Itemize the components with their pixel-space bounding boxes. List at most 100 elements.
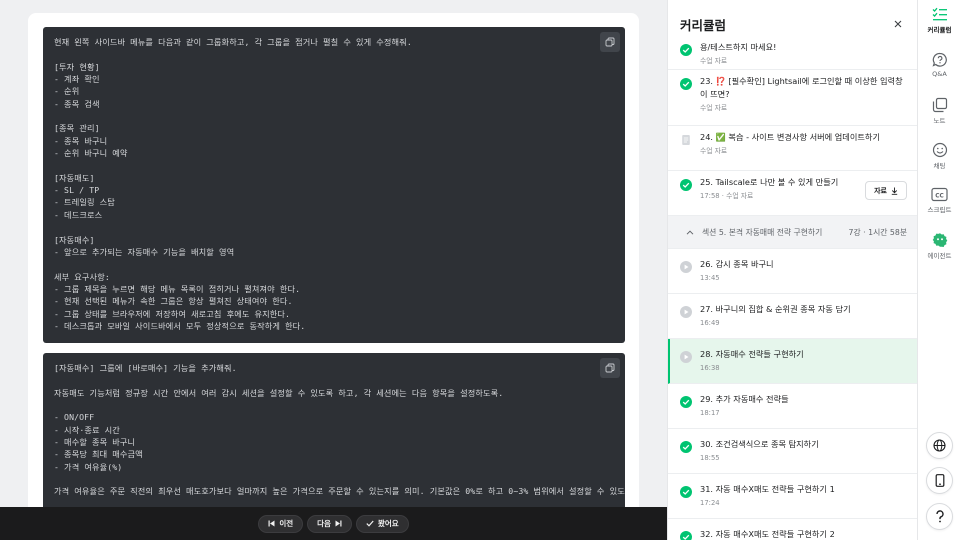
- code-block-text: 현재 왼쪽 사이드바 메뉴를 다음과 같이 그룹화하고, 각 그룹을 접거나 펼…: [54, 37, 412, 331]
- curriculum-item[interactable]: 용/테스트하지 마세요! 수업 자료: [668, 36, 917, 70]
- curriculum-header: 커리큘럼: [668, 0, 917, 36]
- play-circle-icon: [680, 351, 692, 363]
- chat-icon: [932, 142, 947, 158]
- prev-lesson-button[interactable]: 이전: [258, 514, 304, 533]
- document-icon: [682, 135, 690, 145]
- rail-label-agent: 에이전트: [927, 252, 952, 260]
- completed-check-icon: [680, 486, 692, 498]
- lesson-title: 31. 자동 매수X매도 전략들 구현하기 1: [700, 484, 835, 494]
- prev-lesson-label: 이전: [279, 519, 294, 528]
- section-lesson-count: 7강 · 1시간 58분: [848, 227, 907, 237]
- lecture-viewer: 현재 왼쪽 사이드바 메뉴를 다음과 같이 그룹화하고, 각 그룹을 접거나 펼…: [0, 0, 960, 540]
- lesson-item-text: 30. 조건검색식으로 종목 탐지하기 18:55: [700, 438, 905, 463]
- chevron-up-icon: [686, 229, 694, 235]
- agent-icon: [932, 233, 947, 247]
- completed-check-icon: [680, 78, 692, 90]
- lesson-item-text: 31. 자동 매수X매도 전략들 구현하기 1 17:24: [700, 483, 905, 508]
- copy-icon: [605, 363, 615, 373]
- lesson-item-text: 32. 자동 매수X매도 전략들 구현하기 2: [700, 528, 905, 540]
- lesson-item[interactable]: 29. 추가 자동매수 전략들 18:17: [668, 384, 917, 429]
- mobile-icon: [935, 474, 944, 487]
- rail-item-note[interactable]: 노트: [918, 97, 960, 125]
- download-icon: [891, 187, 898, 195]
- rail-item-agent[interactable]: 에이전트: [918, 232, 960, 260]
- mobile-app-button[interactable]: [926, 467, 953, 494]
- lesson-item[interactable]: 26. 감시 종목 바구니 13:45: [668, 249, 917, 294]
- copy-button[interactable]: [600, 358, 620, 378]
- close-icon: [894, 20, 902, 28]
- curriculum-icon: [932, 7, 947, 21]
- completed-check-icon: [680, 441, 692, 453]
- completed-check-icon: [680, 44, 692, 56]
- lesson-title: 30. 조건검색식으로 종목 탐지하기: [700, 439, 819, 449]
- lesson-duration: 18:55: [700, 454, 720, 462]
- completed-check-icon: [680, 179, 692, 191]
- copy-icon: [605, 37, 615, 47]
- play-circle-icon: [680, 261, 692, 273]
- lesson-item[interactable]: 27. 바구니의 집합 & 순위권 종목 자동 담기 16:49: [668, 294, 917, 339]
- language-button[interactable]: [926, 432, 953, 459]
- copy-button[interactable]: [600, 32, 620, 52]
- rail-item-chat[interactable]: 채팅: [918, 142, 960, 170]
- rail-label-qa: Q&A: [932, 70, 947, 78]
- curriculum-item-text: 용/테스트하지 마세요! 수업 자료: [700, 41, 905, 66]
- globe-icon: [933, 439, 946, 452]
- qa-icon: [932, 52, 947, 67]
- curriculum-item-title: 24. ✅ 복습 - 사이트 변경사항 서버에 업데이트하기: [700, 132, 880, 142]
- code-block: [자동매수] 그룹에 [바로매수] 기능을 추가해줘. 자동매도 기능처럼 정규…: [43, 353, 625, 507]
- cc-icon: CC: [931, 187, 948, 202]
- section-title: 섹션 5. 본격 자동매매 전략 구현하기: [702, 227, 823, 237]
- download-resource-button[interactable]: 자료: [865, 181, 907, 200]
- curriculum-item[interactable]: 23. ⁉️ [필수확인] Lightsail에 로그인할 때 이상한 입력창 …: [668, 70, 917, 126]
- lesson-item[interactable]: 31. 자동 매수X매도 전략들 구현하기 1 17:24: [668, 474, 917, 519]
- rail-label-curriculum: 커리큘럼: [927, 26, 952, 34]
- next-lesson-button[interactable]: 다음: [307, 514, 352, 533]
- lesson-title: 32. 자동 매수X매도 전략들 구현하기 2: [700, 529, 835, 539]
- rail-item-curriculum[interactable]: 커리큘럼: [918, 7, 960, 34]
- lesson-item-text: 27. 바구니의 집합 & 순위권 종목 자동 담기 16:49: [700, 303, 905, 328]
- note-icon: [932, 97, 947, 113]
- lesson-document: 현재 왼쪽 사이드바 메뉴를 다음과 같이 그룹화하고, 각 그룹을 접거나 펼…: [28, 13, 639, 507]
- curriculum-item-title: 23. ⁉️ [필수확인] Lightsail에 로그인할 때 이상한 입력창 …: [700, 76, 903, 99]
- next-lesson-label: 다음: [317, 519, 331, 528]
- curriculum-item-meta: 수업 자료: [700, 147, 728, 155]
- mark-complete-button[interactable]: 봤어요: [355, 514, 409, 533]
- curriculum-title: 커리큘럼: [680, 17, 727, 33]
- curriculum-item-title: 용/테스트하지 마세요!: [700, 42, 777, 52]
- rail-item-script[interactable]: CC 스크립트: [918, 187, 960, 214]
- lesson-title: 28. 자동매수 전략들 구현하기: [700, 349, 804, 359]
- rail-label-script: 스크립트: [927, 206, 952, 214]
- curriculum-panel: 커리큘럼 용/테스트하지 마세요! 수업 자료 23. ⁉️ [필수확인] Ligh…: [667, 0, 917, 540]
- curriculum-item-text: 24. ✅ 복습 - 사이트 변경사항 서버에 업데이트하기수업 자료: [700, 131, 905, 156]
- rail-label-note: 노트: [933, 117, 946, 125]
- lesson-content-area: 현재 왼쪽 사이드바 메뉴를 다음과 같이 그룹화하고, 각 그룹을 접거나 펼…: [0, 0, 667, 507]
- help-icon: [935, 510, 944, 523]
- curriculum-item[interactable]: 24. ✅ 복습 - 사이트 변경사항 서버에 업데이트하기수업 자료: [668, 126, 917, 171]
- completed-check-icon: [680, 531, 692, 540]
- svg-text:CC: CC: [935, 193, 944, 199]
- skip-back-icon: [268, 520, 275, 527]
- section-header[interactable]: 섹션 5. 본격 자동매매 전략 구현하기 7강 · 1시간 58분: [668, 216, 917, 249]
- curriculum-item-meta: 수업 자료: [700, 57, 728, 65]
- lesson-duration: 16:49: [700, 319, 720, 327]
- curriculum-item[interactable]: 25. Tailscale로 나만 볼 수 있게 만들기 17:58 · 수업 자…: [668, 171, 917, 216]
- play-circle-icon: [680, 306, 692, 318]
- lesson-item-text: 28. 자동매수 전략들 구현하기 16:38: [700, 348, 905, 373]
- close-panel-button[interactable]: [891, 17, 905, 31]
- mark-complete-label: 봤어요: [377, 519, 399, 528]
- help-button[interactable]: [926, 503, 953, 530]
- curriculum-item-text: 23. ⁉️ [필수확인] Lightsail에 로그인할 때 이상한 입력창 …: [700, 75, 905, 113]
- lesson-item[interactable]: 30. 조건검색식으로 종목 탐지하기 18:55: [668, 429, 917, 474]
- code-block: 현재 왼쪽 사이드바 메뉴를 다음과 같이 그룹화하고, 각 그룹을 접거나 펼…: [43, 27, 625, 343]
- lesson-item-text: 26. 감시 종목 바구니 13:45: [700, 258, 905, 283]
- completed-check-icon: [680, 396, 692, 408]
- lesson-item[interactable]: 32. 자동 매수X매도 전략들 구현하기 2: [668, 519, 917, 540]
- check-icon: [366, 520, 374, 527]
- curriculum-list: 용/테스트하지 마세요! 수업 자료 23. ⁉️ [필수확인] Lightsail…: [668, 36, 917, 540]
- side-tool-rail: 커리큘럼 Q&A 노트 채팅 CC 스크립트 에이전트: [917, 0, 960, 540]
- lesson-duration: 13:45: [700, 274, 720, 282]
- rail-label-chat: 채팅: [933, 162, 946, 170]
- rail-item-qa[interactable]: Q&A: [918, 52, 960, 78]
- lesson-item[interactable]: 28. 자동매수 전략들 구현하기 16:38: [668, 339, 917, 384]
- lesson-duration: 17:24: [700, 499, 720, 507]
